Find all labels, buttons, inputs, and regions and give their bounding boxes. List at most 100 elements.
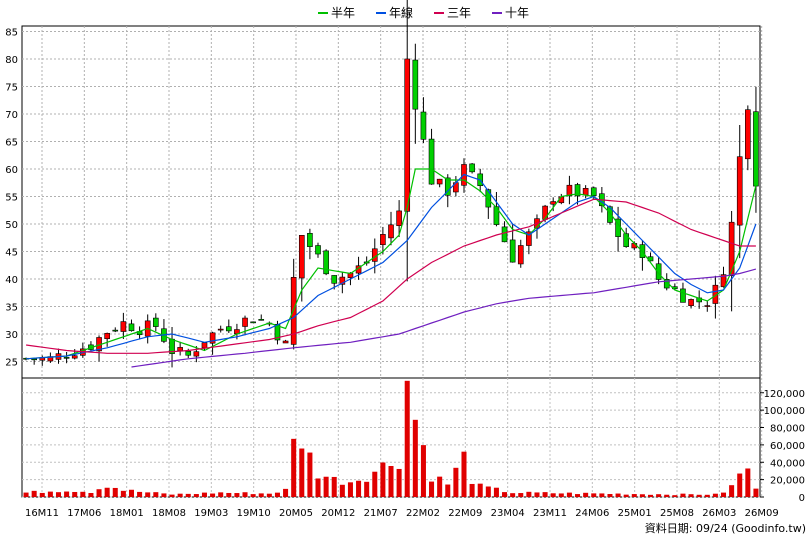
volume-bar	[485, 486, 491, 497]
volume-bar	[453, 467, 459, 497]
volume-bar	[266, 493, 272, 497]
volume-bar	[80, 491, 86, 497]
legend-item: 三年	[434, 6, 471, 20]
volume-bar	[518, 493, 524, 497]
volume-bar	[323, 476, 329, 497]
volume-bar	[566, 492, 572, 497]
volume-bar	[420, 445, 426, 497]
volume-bar	[704, 494, 710, 497]
candle-up	[380, 234, 386, 246]
x-tick-label: 25M01	[618, 508, 652, 519]
price-tick-label: 50	[5, 220, 18, 231]
volume-bar	[372, 471, 378, 497]
candle-up	[542, 205, 548, 220]
candle-up	[120, 321, 127, 332]
volume-bar	[364, 481, 370, 497]
volume-bar	[542, 492, 548, 497]
volume-bar	[128, 489, 134, 497]
volume-tick-label: 0	[799, 493, 805, 504]
volume-bar	[161, 493, 167, 497]
x-tick-label: 22M02	[406, 508, 440, 519]
x-tick-label: 19M03	[194, 508, 228, 519]
x-axis: 16M11 17M06 18M01 18M08 19M03 19M10 20M05 20M12…	[25, 508, 779, 519]
volume-bar	[429, 481, 435, 497]
volume-bar	[120, 490, 126, 497]
x-tick-label: 16M11	[25, 508, 59, 519]
candle-up	[217, 328, 224, 331]
x-tick-label: 24M06	[575, 508, 609, 519]
volume-bar	[315, 478, 321, 497]
price-tick-label: 40	[5, 275, 18, 286]
price-tick-label: 55	[5, 193, 18, 204]
volume-bar	[388, 466, 394, 497]
x-tick-label: 19M10	[237, 508, 271, 519]
volume-bar	[550, 493, 556, 497]
volume-bar	[226, 492, 232, 497]
volume-bar	[64, 491, 70, 497]
candle-up	[517, 245, 524, 265]
volume-bar	[218, 492, 224, 497]
volume-bar	[672, 495, 678, 497]
volume-bar	[477, 483, 483, 497]
volume-bar	[404, 380, 410, 497]
candle-up	[242, 317, 248, 327]
footer-date: 資料日期: 09/24 (Goodinfo.tw)	[645, 521, 806, 535]
volume-bar	[291, 438, 297, 497]
price-tick-label: 45	[5, 248, 18, 259]
candle-down	[412, 59, 419, 110]
volume-bar	[639, 494, 645, 497]
volume-bar	[688, 494, 694, 497]
volume-bar	[299, 448, 305, 497]
volume-tick-label: 60,000	[770, 441, 805, 452]
candle-up	[388, 224, 394, 239]
volume-bar	[445, 484, 451, 497]
volume-bar	[210, 493, 216, 497]
volume-tick-label: 80,000	[770, 424, 805, 435]
candle-up	[745, 109, 751, 160]
volume-bar	[193, 494, 199, 497]
legend-item: 半年	[318, 6, 355, 20]
volume-bar	[169, 494, 175, 497]
volume-bar	[599, 493, 605, 497]
candle-down	[63, 357, 70, 359]
volume-bar	[347, 482, 353, 497]
x-tick-label: 21M07	[364, 508, 398, 519]
volume-bar	[745, 468, 751, 497]
price-tick-label: 75	[5, 83, 18, 94]
candle-down	[590, 187, 597, 197]
x-tick-label: 20M05	[279, 508, 313, 519]
volume-bar	[47, 491, 53, 497]
volume-bar	[753, 488, 759, 497]
volume-bar	[737, 473, 743, 497]
volume-bar	[331, 476, 337, 497]
legend-label: 半年	[331, 6, 355, 20]
candle-down	[112, 329, 119, 332]
volume-bar	[380, 462, 386, 497]
candle-down	[323, 250, 329, 275]
volume-bar	[437, 476, 443, 497]
candle-down	[185, 351, 192, 356]
candle-down	[258, 319, 265, 321]
volume-bar	[591, 493, 597, 497]
volume-bar	[250, 494, 256, 497]
volume-bar	[623, 494, 629, 497]
volume-bar	[185, 493, 191, 497]
volume-bar	[412, 419, 418, 497]
candle-up	[104, 332, 110, 340]
candle-up	[688, 299, 694, 306]
candle-up	[550, 201, 557, 205]
volume-bar	[575, 494, 581, 497]
legend-item: 十年	[492, 6, 529, 20]
candle-down	[680, 288, 686, 303]
volume-bar	[729, 485, 735, 497]
volume-axis: 0 20,000 40,000 60,000 80,000 100,000 120,000	[760, 389, 805, 504]
volume-bar	[112, 487, 118, 497]
candle-down	[428, 138, 435, 185]
volume-bar	[96, 489, 102, 497]
volume-bar	[242, 492, 248, 497]
volume-bar	[712, 493, 718, 497]
candle-down	[152, 317, 159, 327]
candle-down	[307, 233, 313, 247]
volume-bar	[88, 492, 94, 497]
x-tick-label: 23M11	[533, 508, 567, 519]
